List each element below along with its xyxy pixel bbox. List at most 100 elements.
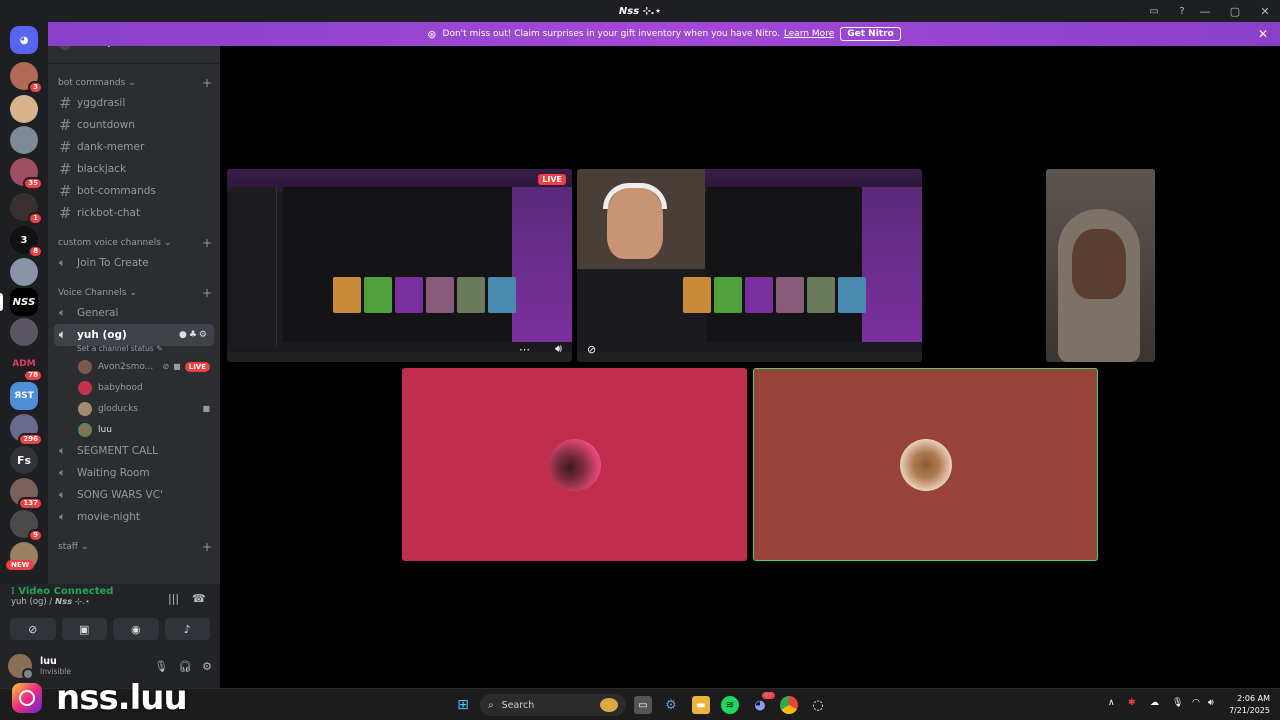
soundboard-button[interactable]: ♪ <box>164 618 210 640</box>
category-bot-commands[interactable]: bot commands ⌄ + <box>48 74 220 92</box>
minimize-button[interactable]: — <box>1190 5 1220 18</box>
voice-status-text[interactable]: Video Connected <box>18 586 113 597</box>
onedrive-icon[interactable]: ☁ <box>1150 698 1159 708</box>
channel-yggdrasil[interactable]: # yggdrasil <box>54 92 214 114</box>
avatar[interactable] <box>8 654 34 680</box>
speaker-icon[interactable]: 🔊︎ <box>1208 698 1214 708</box>
window-title: 𝙉𝙨𝙨 ⊹.⋆ <box>618 5 662 17</box>
discord-icon[interactable]: ◕ 9+ <box>751 692 775 714</box>
voice-channel-join-to-create[interactable]: 🔈︎ Join To Create <box>54 252 214 274</box>
add-channel-icon[interactable]: + <box>202 76 212 90</box>
live-badge[interactable]: LIVE <box>184 361 210 372</box>
inbox-icon[interactable]: ▭ <box>1146 3 1162 19</box>
channel-countdown[interactable]: # countdown <box>54 114 214 136</box>
channel-dank-memer[interactable]: # dank-memer <box>54 136 214 158</box>
voice-user[interactable]: luu <box>48 419 220 440</box>
learn-more-link[interactable]: Learn More <box>784 29 834 39</box>
voice-user[interactable]: gloducks ■ <box>48 398 220 419</box>
task-view-icon[interactable]: ▭ <box>634 696 652 714</box>
gear-icon[interactable]: ⚙ <box>202 660 212 673</box>
category-staff[interactable]: staff ⌄ + <box>48 538 220 556</box>
channel-status-setter[interactable]: Set a channel status ✎ <box>48 344 220 356</box>
add-channel-icon[interactable]: + <box>202 540 212 554</box>
category-voice-channels[interactable]: Voice Channels ⌄ + <box>48 284 220 302</box>
voice-user-name: luu <box>98 424 112 435</box>
server-icon[interactable]: 137 <box>10 478 43 510</box>
voice-channel-segment-call[interactable]: 🔈︎ SEGMENT CALL <box>54 440 214 462</box>
tray-app-icon[interactable]: ✱ <box>1128 698 1136 708</box>
discord-home-icon[interactable]: ◕ <box>10 26 38 54</box>
add-channel-icon[interactable]: + <box>202 236 212 250</box>
server-icon-fs[interactable]: Fs <box>10 446 38 474</box>
chevron-up-icon[interactable]: ∧ <box>1108 698 1115 708</box>
maximize-button[interactable]: ▢ <box>1220 5 1250 18</box>
voice-channel-waiting-room[interactable]: 🔈︎ Waiting Room <box>54 462 214 484</box>
share-screen-button[interactable]: ▣ <box>61 618 107 640</box>
spotify-icon[interactable]: ≋ <box>721 696 739 714</box>
more-options-icon[interactable]: ⋯ <box>519 343 530 356</box>
help-icon[interactable]: ? <box>1174 3 1190 19</box>
file-explorer-icon[interactable]: ▬ <box>692 696 710 714</box>
microphone-icon[interactable]: 🎙︎ <box>154 660 168 673</box>
face <box>1072 229 1126 299</box>
server-icon[interactable] <box>10 258 38 286</box>
chat-icon[interactable]: ● <box>179 330 189 340</box>
gear-icon[interactable]: ⚙ <box>199 330 209 340</box>
app-icon[interactable]: ◌ <box>809 696 827 714</box>
microphone-icon[interactable]: 🎙︎ <box>1172 698 1183 708</box>
invite-icon[interactable]: ♣ <box>189 330 199 340</box>
server-icon[interactable]: 38 <box>10 226 43 258</box>
server-icon[interactable] <box>10 95 38 123</box>
clock[interactable]: 2:06 AM 7/21/2025 <box>1229 693 1270 717</box>
weather-icon <box>600 698 618 712</box>
stream-thumbnails <box>333 277 516 313</box>
channel-rickbot-chat[interactable]: # rickbot-chat <box>54 202 214 224</box>
server-icon[interactable]: 1 <box>10 193 43 225</box>
server-icon[interactable] <box>10 126 38 154</box>
camera-off-button[interactable]: ⊘ <box>10 618 56 640</box>
voice-user[interactable]: babyhood <box>48 377 220 398</box>
server-icon[interactable]: 35 <box>10 158 43 190</box>
stream-tile[interactable]: LIVE ⋯ 🔊︎ <box>227 169 572 362</box>
add-channel-icon[interactable]: + <box>202 286 212 300</box>
stream-sidebar <box>231 187 277 347</box>
soundboard-icon[interactable]: ||| <box>168 592 179 605</box>
get-nitro-button[interactable]: Get Nitro <box>840 27 901 41</box>
camera-tile[interactable] <box>1046 169 1155 362</box>
voice-channel-movie-night[interactable]: 🔈︎ movie-night <box>54 506 214 528</box>
participant-tile-gloducks[interactable] <box>753 368 1098 561</box>
disconnect-icon[interactable]: ☎ <box>192 592 206 605</box>
settings-icon[interactable]: ⚙ <box>662 696 680 714</box>
voice-channel-general[interactable]: 🔈︎ General <box>54 302 214 324</box>
volume-icon[interactable]: 🔊︎ <box>555 342 562 356</box>
close-window-button[interactable]: ✕ <box>1250 5 1280 18</box>
participant-tile-babyhood[interactable] <box>402 368 747 561</box>
server-icon[interactable]: 9 <box>10 510 43 542</box>
voice-channel-yuh-og[interactable]: 🔈︎ yuh (og) ●♣⚙ <box>54 324 214 346</box>
server-icon[interactable]: 3 <box>10 62 43 94</box>
voice-user[interactable]: Avon2smo... ⊘ ■ LIVE <box>48 356 220 377</box>
server-icon-rst[interactable]: ЯST <box>10 382 38 410</box>
close-icon[interactable]: ✕ <box>1258 27 1268 41</box>
server-icon-adm[interactable]: ADM 78 <box>10 350 43 382</box>
banner-text: Don't miss out! Claim surprises in your … <box>442 29 780 39</box>
chrome-icon[interactable] <box>780 696 798 714</box>
taskbar-search[interactable]: ⌕ Search <box>480 694 626 716</box>
voice-channel-song-wars[interactable]: 🔈︎ SONG WARS VC' <box>54 484 214 506</box>
category-custom-voice[interactable]: custom voice channels ⌄ + <box>48 234 220 252</box>
activity-button[interactable]: ◉ <box>113 618 159 640</box>
avatar <box>78 401 92 416</box>
server-icon[interactable] <box>10 318 38 346</box>
channel-bot-commands[interactable]: # bot-commands <box>54 180 214 202</box>
hash-icon: # <box>59 182 72 200</box>
windows-start-icon[interactable]: ⊞ <box>454 696 472 714</box>
headphones-icon[interactable]: 🎧︎ <box>178 660 192 673</box>
mention-badge: 137 <box>18 497 43 510</box>
wifi-icon[interactable]: ◠ <box>1192 698 1200 708</box>
voice-status: ⁝ Video Connected yuh (og) / 𝙉𝙨𝙨 ⊹.⋆ |||… <box>0 584 220 616</box>
server-icon[interactable]: 296 <box>10 414 43 446</box>
channel-blackjack[interactable]: # blackjack <box>54 158 214 180</box>
muted-icon[interactable]: ⊘ <box>587 343 596 356</box>
server-icon-nss[interactable]: 𝙉𝙎𝙎 <box>10 288 38 316</box>
stream-tile[interactable]: ⊘ <box>577 169 922 362</box>
